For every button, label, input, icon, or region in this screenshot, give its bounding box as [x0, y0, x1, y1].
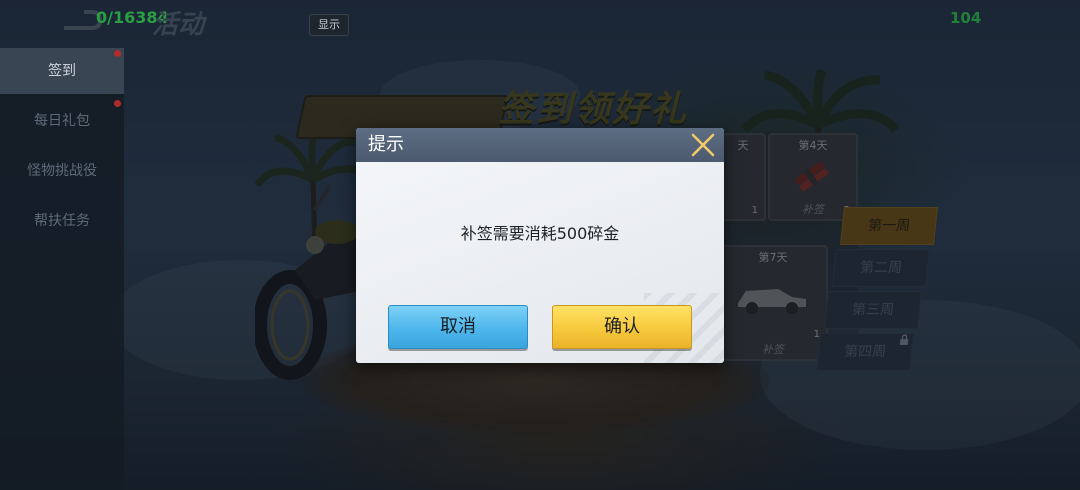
- dialog-header: 提示: [356, 128, 724, 162]
- sidebar-item-daily-gift[interactable]: 每日礼包: [0, 98, 124, 144]
- sidebar-item-monster-challenge[interactable]: 怪物挑战役: [0, 148, 124, 194]
- cancel-button[interactable]: 取消: [388, 305, 528, 349]
- notification-dot: [114, 100, 121, 107]
- sidebar-item-label: 帮扶任务: [34, 213, 90, 229]
- dialog-message: 补签需要消耗500碎金: [460, 224, 620, 243]
- sidebar-item-checkin[interactable]: 签到: [0, 48, 124, 94]
- sidebar: 签到 每日礼包 怪物挑战役 帮扶任务: [0, 48, 124, 490]
- notification-dot: [114, 50, 121, 57]
- sidebar-item-label: 签到: [48, 63, 76, 79]
- dialog-title: 提示: [368, 134, 404, 155]
- sidebar-item-support-task[interactable]: 帮扶任务: [0, 198, 124, 244]
- page-title: 活动: [152, 10, 205, 40]
- confirm-dialog: 提示 补签需要消耗500碎金 取消 确认: [356, 128, 724, 363]
- close-icon[interactable]: [690, 132, 716, 158]
- sidebar-item-label: 每日礼包: [34, 113, 90, 129]
- sidebar-item-label: 怪物挑战役: [27, 163, 97, 179]
- show-button[interactable]: 显示: [309, 14, 349, 36]
- top-right-number: 104: [950, 9, 982, 27]
- confirm-button[interactable]: 确认: [552, 305, 692, 349]
